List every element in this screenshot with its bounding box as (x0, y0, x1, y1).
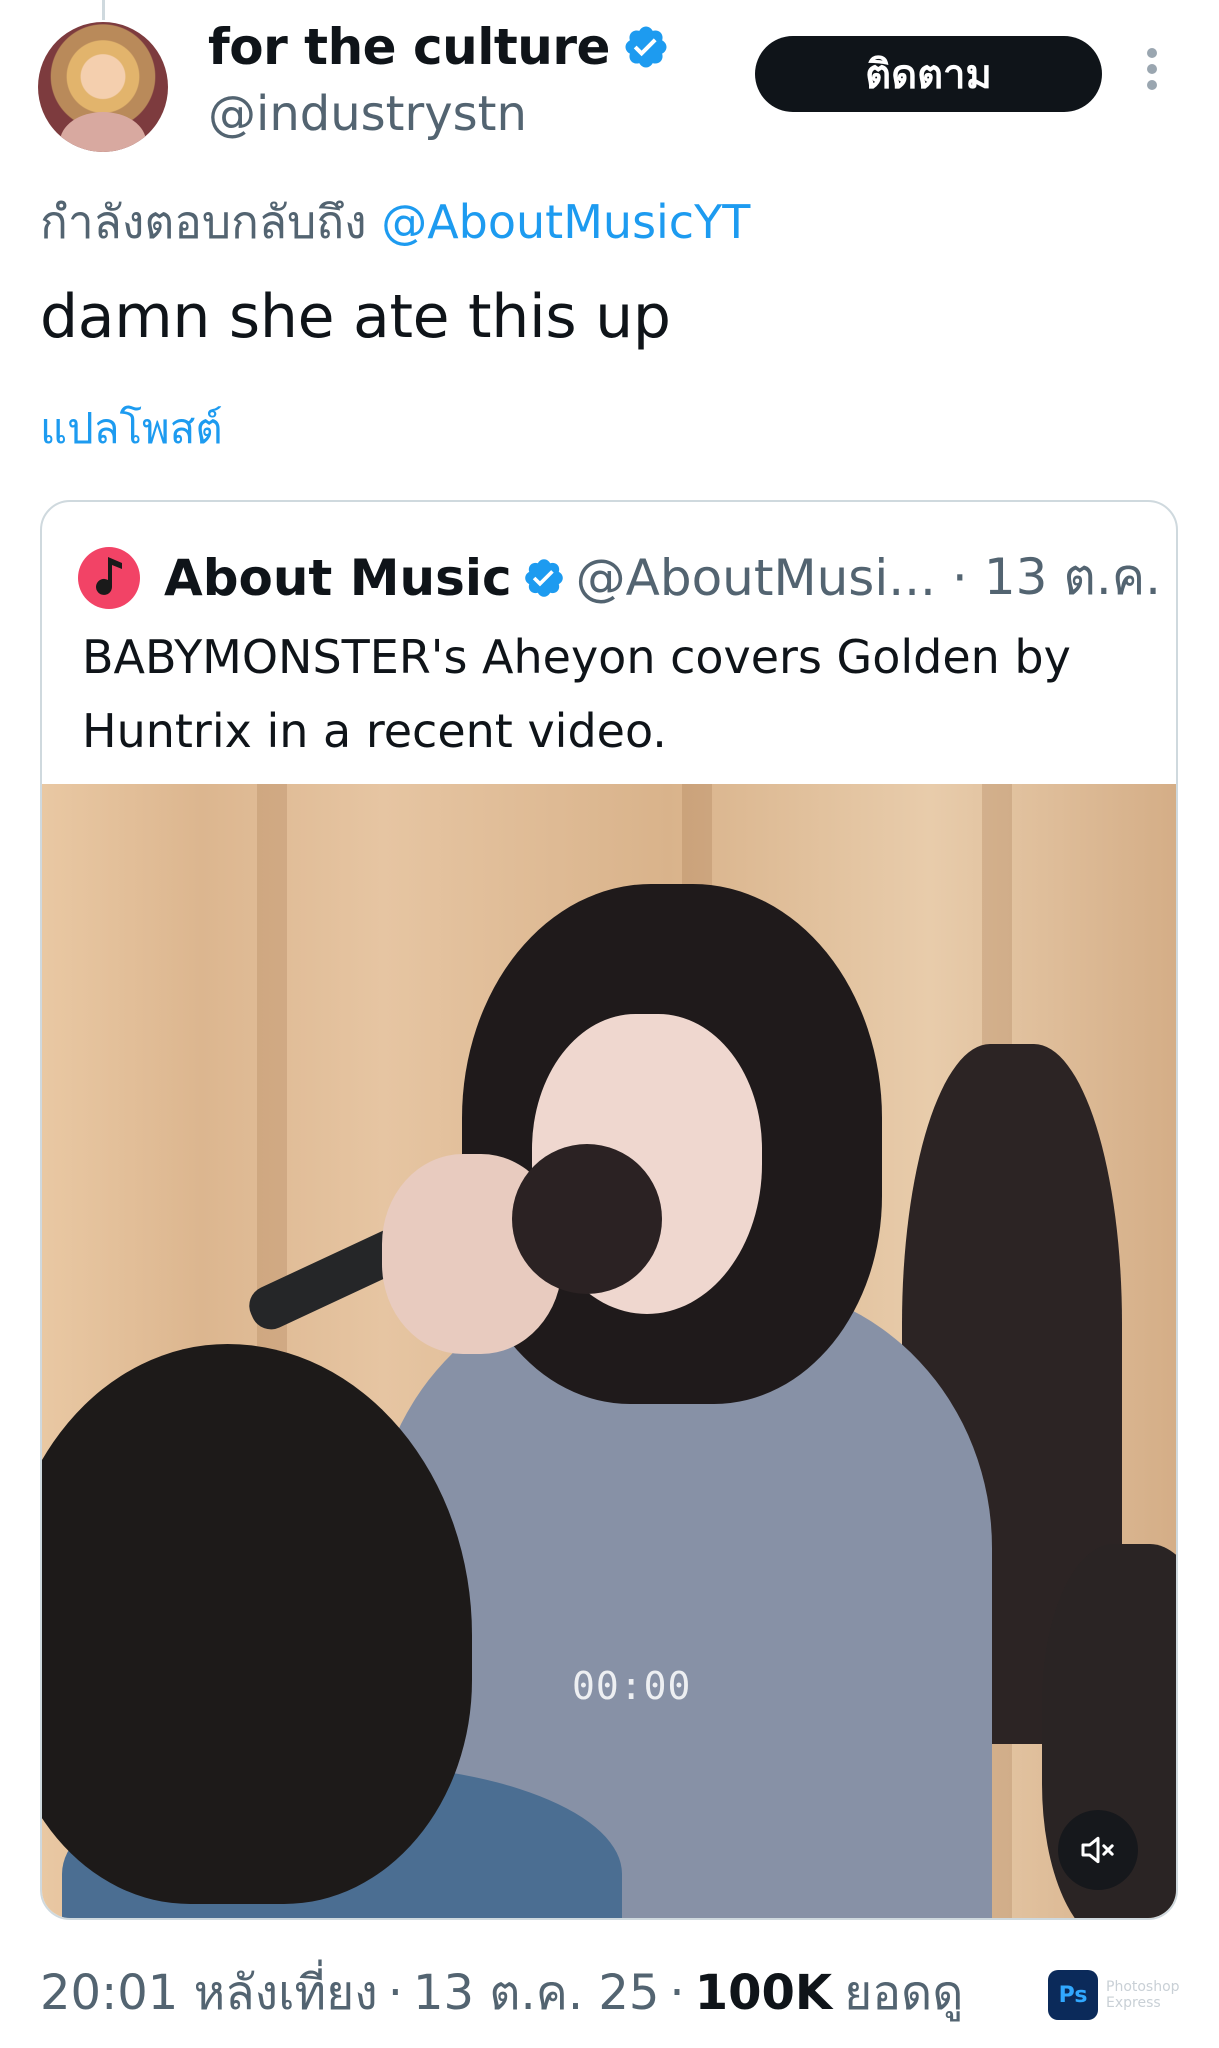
quoted-post-card[interactable]: About Music @AboutMusi... · 13 ต.ค. BABY… (40, 500, 1178, 1920)
meta-separator: · (387, 1965, 403, 2021)
mute-toggle-button[interactable] (1058, 1810, 1138, 1890)
post-date[interactable]: 13 ต.ค. 25 (413, 1955, 659, 2031)
video-timecode: 00:00 (572, 1664, 692, 1708)
header-separator: · (951, 548, 968, 607)
verified-badge-icon (625, 26, 667, 68)
author-name-row[interactable]: for the culture (208, 18, 670, 76)
author-avatar[interactable] (38, 22, 168, 152)
music-note-icon (96, 556, 122, 595)
speaker-muted-icon (1081, 1836, 1114, 1864)
follow-button[interactable]: ติดตาม (755, 36, 1102, 112)
quoted-author-name: About Music (164, 548, 512, 607)
photoshop-express-watermark: Ps Photoshop Express (1048, 1970, 1196, 2020)
thread-connector-line (102, 0, 105, 20)
translate-post-link[interactable]: แปลโพสต์ (40, 396, 223, 462)
quoted-author-handle: @AboutMusi... (575, 548, 936, 607)
photoshop-icon: Ps (1048, 1970, 1098, 2020)
quoted-post-text: BABYMONSTER's Aheyon covers Golden by Hu… (82, 630, 1071, 758)
replying-to-label: กำลังตอบกลับถึง (40, 195, 367, 249)
post-text: damn she ate this up (40, 282, 671, 352)
view-count: 100K (694, 1965, 833, 2021)
view-count-label: ยอดดู (844, 1965, 964, 2021)
quoted-post-date: 13 ต.ค. (983, 548, 1162, 606)
watermark-label: Photoshop Express (1106, 1979, 1180, 2011)
post-time[interactable]: 20:01 หลังเที่ยง (40, 1955, 378, 2031)
post-metadata: 20:01 หลังเที่ยง · 13 ต.ค. 25 · 100K ยอด… (40, 1955, 963, 2031)
quoted-author-avatar[interactable] (78, 546, 140, 609)
reply-mention-link[interactable]: @AboutMusicYT (381, 195, 750, 249)
more-options-icon[interactable] (1140, 48, 1164, 98)
video-player[interactable]: 00:00 (42, 784, 1176, 1918)
microphone-head (512, 1144, 662, 1294)
verified-badge-icon (524, 558, 563, 597)
quoted-post-header: About Music @AboutMusi... · 13 ต.ค. (78, 538, 1161, 617)
author-display-name[interactable]: for the culture (208, 18, 610, 76)
meta-separator: · (669, 1965, 685, 2021)
replying-to-line: กำลังตอบกลับถึง @AboutMusicYT (40, 186, 750, 259)
author-handle[interactable]: @industrystn (208, 86, 527, 142)
